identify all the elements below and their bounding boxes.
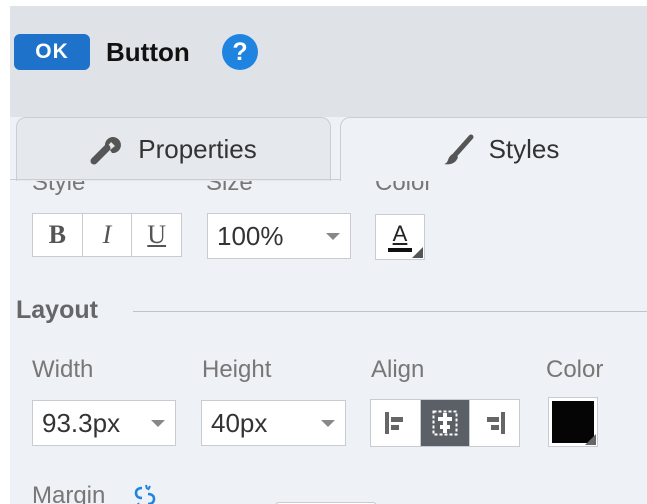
text-style-group: B I U <box>32 213 182 257</box>
align-group <box>370 399 520 447</box>
picker-corner-icon <box>412 247 423 258</box>
question-icon[interactable]: ? <box>222 34 258 70</box>
tab-properties-label: Properties <box>138 134 257 164</box>
italic-button[interactable]: I <box>81 214 132 256</box>
wrench-icon <box>90 134 124 166</box>
font-color-label: Color <box>375 181 433 196</box>
layout-section-title: Layout <box>16 296 98 324</box>
section-divider <box>133 311 647 312</box>
layout-color-label: Color <box>546 356 604 383</box>
align-center-icon <box>432 410 458 436</box>
height-value: 40px <box>211 407 268 438</box>
align-right-button[interactable] <box>469 400 519 446</box>
font-color-glyph: A <box>392 221 408 246</box>
margin-label: Margin <box>32 482 106 504</box>
chevron-down-icon <box>321 420 335 427</box>
chevron-down-icon <box>151 420 165 427</box>
brush-icon <box>441 133 475 167</box>
panel-header: OK Button ? <box>10 6 647 117</box>
height-label: Height <box>202 356 272 383</box>
font-color-picker[interactable]: A <box>375 214 425 260</box>
align-left-button[interactable] <box>371 400 420 446</box>
bold-button[interactable]: B <box>33 214 82 256</box>
align-right-icon <box>486 412 505 434</box>
style-label: Style <box>32 181 86 196</box>
size-label: Size <box>206 181 253 196</box>
width-select[interactable]: 93.3px <box>32 400 176 446</box>
tab-divider <box>10 179 340 180</box>
font-size-value: 100% <box>217 220 284 251</box>
chevron-down-icon <box>326 233 340 240</box>
width-label: Width <box>32 356 94 383</box>
component-title: Button <box>106 37 190 67</box>
component-badge: OK <box>14 34 90 70</box>
width-value: 93.3px <box>42 407 121 438</box>
tab-styles-label: Styles <box>488 134 560 164</box>
picker-corner-icon <box>585 434 596 445</box>
tab-styles[interactable]: Styles <box>340 117 647 181</box>
link-icon[interactable] <box>132 483 158 504</box>
font-size-select[interactable]: 100% <box>207 213 351 259</box>
align-left-icon <box>385 412 404 434</box>
height-select[interactable]: 40px <box>201 400 346 446</box>
layout-color-picker[interactable] <box>548 397 598 447</box>
align-center-button[interactable] <box>419 400 470 446</box>
align-label: Align <box>371 356 425 383</box>
style-panel: OK Button ? Properties Styles Style Size… <box>10 6 647 504</box>
underline-button[interactable]: U <box>131 214 181 256</box>
font-color-swatch <box>388 248 412 252</box>
tab-properties[interactable]: Properties <box>16 117 331 181</box>
